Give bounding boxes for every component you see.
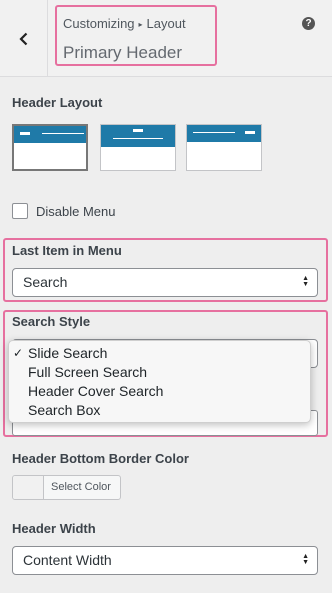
- option-label: Full Screen Search: [28, 364, 148, 380]
- layout-menu-line: [113, 138, 163, 139]
- bottom-border-color-label: Header Bottom Border Color: [12, 451, 189, 466]
- back-button[interactable]: [0, 0, 48, 77]
- header-layout-label: Header Layout: [12, 95, 103, 110]
- search-style-label: Search Style: [12, 314, 91, 329]
- header-layout-option-right[interactable]: [186, 124, 262, 171]
- color-swatch: [13, 476, 44, 499]
- dropdown-option-search-box[interactable]: Search Box: [9, 401, 310, 420]
- breadcrumb-root: Customizing: [63, 16, 135, 31]
- chevron-left-icon: [18, 32, 27, 45]
- select-arrows-icon: ▲▼: [302, 275, 309, 288]
- last-item-select[interactable]: Search ▲ ▼: [12, 268, 318, 297]
- help-icon[interactable]: ?: [302, 17, 315, 30]
- layout-logo-mark: [20, 132, 30, 135]
- page-title: Primary Header: [63, 43, 183, 62]
- layout-menu-line: [193, 132, 235, 133]
- layout-menu-line: [42, 133, 84, 134]
- option-label: Header Cover Search: [28, 383, 164, 399]
- disable-menu-label: Disable Menu: [36, 204, 116, 219]
- option-label: Search Box: [28, 402, 101, 418]
- select-color-label: Select Color: [51, 481, 111, 493]
- dropdown-option-slide-search[interactable]: ✓ Slide Search: [9, 344, 310, 363]
- disable-menu-checkbox[interactable]: [12, 203, 28, 219]
- header-width-label: Header Width: [12, 521, 96, 536]
- breadcrumb-separator-icon: ▸: [138, 20, 143, 29]
- header-width-value: Content Width: [23, 552, 112, 568]
- header-layout-option-left[interactable]: [12, 124, 88, 171]
- dropdown-option-header-cover-search[interactable]: Header Cover Search: [9, 382, 310, 401]
- panel-title-box: Customizing ▸ Layout Primary Header: [55, 5, 217, 66]
- panel-header: Customizing ▸ Layout Primary Header ?: [0, 0, 332, 77]
- breadcrumb: Customizing ▸ Layout: [63, 15, 215, 35]
- header-layout-option-center[interactable]: [100, 124, 176, 171]
- layout-logo-mark: [133, 129, 143, 132]
- header-width-select[interactable]: Content Width ▲ ▼: [12, 546, 318, 575]
- dropdown-option-full-screen-search[interactable]: Full Screen Search: [9, 363, 310, 382]
- breadcrumb-current: Layout: [146, 16, 186, 31]
- layout-logo-mark: [245, 131, 255, 134]
- last-item-label: Last Item in Menu: [12, 243, 122, 258]
- search-style-dropdown: ✓ Slide Search Full Screen Search Header …: [8, 340, 311, 423]
- option-label: Slide Search: [28, 345, 108, 361]
- checkmark-icon: ✓: [13, 346, 24, 360]
- select-arrows-icon: ▲▼: [302, 553, 309, 566]
- select-color-button[interactable]: Select Color: [12, 475, 121, 500]
- last-item-value: Search: [23, 274, 68, 290]
